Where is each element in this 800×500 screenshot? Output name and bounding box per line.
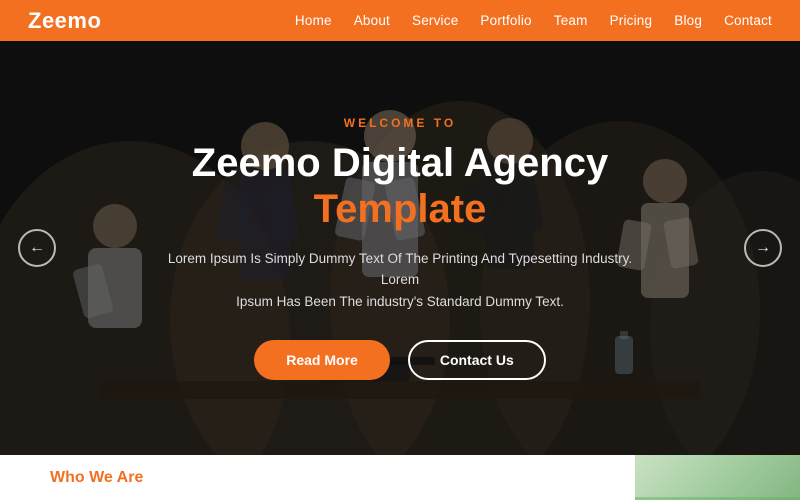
arrow-left-icon: ← — [29, 239, 45, 257]
section-thumbnail — [635, 455, 800, 500]
hero-subtitle: WELCOME TO — [100, 116, 700, 130]
nav-link-home[interactable]: Home — [295, 13, 332, 28]
nav-item-service[interactable]: Service — [412, 12, 458, 30]
contact-us-button[interactable]: Contact Us — [408, 340, 546, 380]
nav-item-contact[interactable]: Contact — [724, 12, 772, 30]
nav-link-service[interactable]: Service — [412, 13, 458, 28]
hero-next-button[interactable]: → — [744, 229, 782, 267]
nav-link-portfolio[interactable]: Portfolio — [480, 13, 531, 28]
nav-item-about[interactable]: About — [354, 12, 390, 30]
nav-item-pricing[interactable]: Pricing — [610, 12, 653, 30]
hero-buttons: Read More Contact Us — [100, 340, 700, 380]
site-logo[interactable]: Zeemo — [28, 8, 101, 34]
nav-link-contact[interactable]: Contact — [724, 13, 772, 28]
hero-title-text: Zeemo Digital Agency — [192, 141, 608, 185]
hero-section: ← WELCOME TO Zeemo Digital Agency Templa… — [0, 41, 800, 455]
nav-link-team[interactable]: Team — [554, 13, 588, 28]
who-we-are-label: Who We Are — [50, 469, 143, 487]
hero-title-highlight: Template — [314, 187, 487, 231]
nav-links: Home About Service Portfolio Team Pricin… — [295, 12, 772, 30]
nav-item-blog[interactable]: Blog — [674, 12, 702, 30]
arrow-right-icon: → — [755, 239, 771, 257]
hero-prev-button[interactable]: ← — [18, 229, 56, 267]
nav-link-about[interactable]: About — [354, 13, 390, 28]
read-more-button[interactable]: Read More — [254, 340, 390, 380]
hero-content: WELCOME TO Zeemo Digital Agency Template… — [80, 116, 720, 381]
hero-title: Zeemo Digital Agency Template — [100, 140, 700, 232]
below-hero-section: Who We Are — [0, 455, 800, 500]
nav-link-blog[interactable]: Blog — [674, 13, 702, 28]
nav-link-pricing[interactable]: Pricing — [610, 13, 653, 28]
navbar: Zeemo Home About Service Portfolio Team … — [0, 0, 800, 41]
hero-description: Lorem Ipsum Is Simply Dummy Text Of The … — [150, 248, 650, 313]
nav-item-portfolio[interactable]: Portfolio — [480, 12, 531, 30]
nav-item-home[interactable]: Home — [295, 12, 332, 30]
nav-item-team[interactable]: Team — [554, 12, 588, 30]
